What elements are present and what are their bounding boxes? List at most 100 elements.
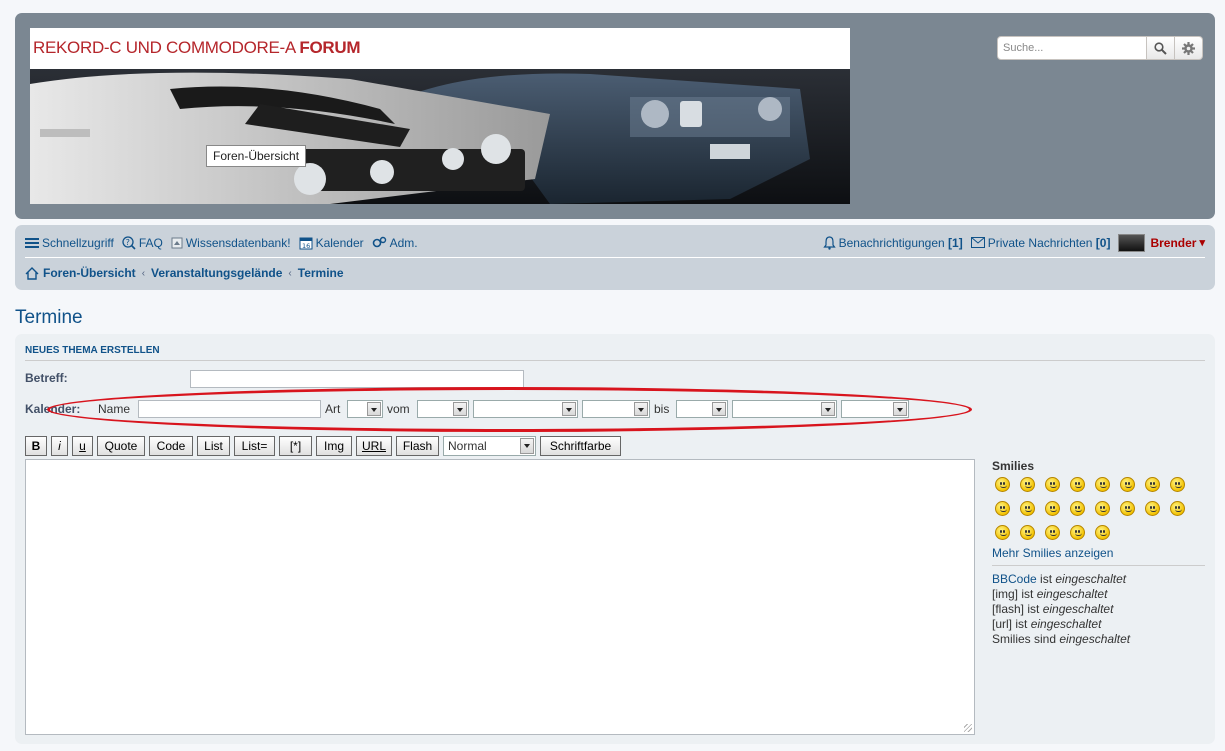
smiley-icon[interactable] — [1020, 477, 1035, 492]
underline-button[interactable]: u — [72, 436, 93, 456]
from-year-select[interactable] — [582, 400, 650, 418]
nav-quick-links[interactable]: Schnellzugriff — [25, 236, 114, 250]
quote-button[interactable]: Quote — [97, 436, 145, 456]
notifications-label: Benachrichtigungen — [838, 235, 945, 250]
svg-text:?: ? — [125, 238, 129, 247]
banner-title: REKORD-C UND COMMODORE-A FORUM — [33, 38, 361, 57]
nav-knowledge-base[interactable]: Wissensdatenbank! — [171, 236, 291, 250]
event-type-select[interactable] — [347, 400, 383, 418]
smiley-mouth — [1075, 533, 1082, 536]
bold-button[interactable]: B — [25, 436, 47, 456]
to-month-select[interactable] — [732, 400, 837, 418]
nav-faq-label: FAQ — [138, 235, 163, 250]
smiley-icon[interactable] — [1095, 501, 1110, 516]
home-icon — [25, 266, 39, 280]
font-size-select[interactable]: Normal — [443, 436, 536, 456]
smiley-icon[interactable] — [1045, 477, 1060, 492]
breadcrumb-forum[interactable]: Veranstaltungsgelände — [151, 266, 282, 280]
smiley-icon[interactable] — [1095, 477, 1110, 492]
smiley-icon[interactable] — [1070, 477, 1085, 492]
smiley-mouth — [1175, 509, 1182, 512]
smiley-mouth — [1000, 533, 1007, 536]
subject-input[interactable] — [190, 370, 524, 388]
menu-icon — [25, 237, 39, 248]
smiley-mouth — [1050, 485, 1057, 488]
smiley-icon[interactable] — [1095, 525, 1110, 540]
smiley-icon[interactable] — [1145, 501, 1160, 516]
smiley-mouth — [1100, 509, 1107, 512]
ordered-list-button[interactable]: List= — [234, 436, 275, 456]
smiley-icon[interactable] — [1145, 477, 1160, 492]
page-title[interactable]: Termine — [15, 307, 83, 329]
chevron-down-icon — [453, 402, 467, 416]
smilies-title: Smilies — [992, 459, 1035, 473]
message-textarea[interactable] — [25, 459, 975, 735]
chevron-down-icon — [562, 402, 576, 416]
chevron-down-icon — [821, 402, 835, 416]
list-item-button[interactable]: [*] — [279, 436, 312, 456]
to-day-select[interactable] — [676, 400, 728, 418]
pm-count: [0] — [1095, 235, 1111, 250]
smiley-mouth — [1100, 533, 1107, 536]
chevron-down-icon — [520, 438, 534, 454]
smiley-icon[interactable] — [995, 501, 1010, 516]
nav-quick-links-label: Schnellzugriff — [42, 235, 114, 250]
smiley-icon[interactable] — [995, 477, 1010, 492]
nav-calendar-label: Kalender — [315, 235, 364, 250]
bbcode-status: BBCode ist eingeschaltet — [992, 572, 1127, 586]
font-color-button[interactable]: Schriftfarbe — [540, 436, 621, 456]
nav-private-messages[interactable]: Private Nachrichten [0] — [970, 235, 1111, 250]
search-input[interactable] — [997, 36, 1147, 60]
smiley-icon[interactable] — [1120, 477, 1135, 492]
smiley-icon[interactable] — [1170, 477, 1185, 492]
smiley-icon[interactable] — [1045, 501, 1060, 516]
smiley-mouth — [1000, 509, 1007, 512]
advanced-search-button[interactable] — [1175, 36, 1203, 60]
from-label: vom — [387, 402, 410, 416]
username: Brender — [1150, 235, 1197, 250]
italic-button[interactable]: i — [51, 436, 68, 456]
navbar: Schnellzugriff ? FAQ Wissensdatenbank! 1… — [15, 225, 1215, 290]
nav-admin-label: Adm. — [389, 235, 418, 250]
to-year-select[interactable] — [841, 400, 909, 418]
envelope-icon — [970, 237, 985, 248]
smiley-icon[interactable] — [995, 525, 1010, 540]
code-button[interactable]: Code — [149, 436, 193, 456]
nav-notifications[interactable]: Benachrichtigungen [1] — [822, 235, 963, 250]
smiley-icon[interactable] — [1070, 525, 1085, 540]
banner-title-strip: REKORD-C UND COMMODORE-A FORUM — [30, 28, 850, 69]
smiley-mouth — [1100, 485, 1107, 488]
smiley-icon[interactable] — [1170, 501, 1185, 516]
section-title: NEUES THEMA ERSTELLEN — [25, 345, 160, 356]
smiley-icon[interactable] — [1020, 501, 1035, 516]
smiley-icon[interactable] — [1020, 525, 1035, 540]
url-button[interactable]: URL — [356, 436, 392, 456]
header-bar: REKORD-C UND COMMODORE-A FORUM Foren-Übe… — [15, 13, 1215, 219]
more-smilies-link[interactable]: Mehr Smilies anzeigen — [992, 546, 1113, 560]
nav-admin[interactable]: Adm. — [372, 236, 418, 250]
img-button[interactable]: Img — [316, 436, 352, 456]
nav-calendar[interactable]: 16 Kalender — [299, 236, 364, 250]
list-button[interactable]: List — [197, 436, 230, 456]
from-day-select[interactable] — [417, 400, 469, 418]
svg-text:16: 16 — [302, 242, 310, 250]
from-month-select[interactable] — [473, 400, 578, 418]
smiley-icon[interactable] — [1120, 501, 1135, 516]
subject-label: Betreff: — [25, 371, 68, 385]
user-menu[interactable]: Brender ▾ — [1118, 233, 1205, 252]
nav-faq[interactable]: ? FAQ — [122, 236, 163, 250]
flash-button[interactable]: Flash — [396, 436, 439, 456]
bbcode-link[interactable]: BBCode — [992, 572, 1037, 586]
event-name-input[interactable] — [138, 400, 321, 418]
search-button[interactable] — [1147, 36, 1175, 60]
breadcrumb-home[interactable]: Foren-Übersicht — [43, 266, 136, 280]
resize-handle[interactable] — [964, 724, 972, 732]
forum-banner[interactable]: REKORD-C UND COMMODORE-A FORUM — [30, 28, 850, 204]
smiley-icon[interactable] — [1045, 525, 1060, 540]
breadcrumb-current[interactable]: Termine — [298, 266, 344, 280]
smiley-icon[interactable] — [1070, 501, 1085, 516]
nav-user-area: Benachrichtigungen [1] Private Nachricht… — [822, 233, 1205, 252]
chevron-down-icon: ▾ — [1199, 237, 1205, 249]
url-status: [url] ist eingeschaltet — [992, 617, 1102, 631]
sidebar-divider — [992, 565, 1205, 566]
